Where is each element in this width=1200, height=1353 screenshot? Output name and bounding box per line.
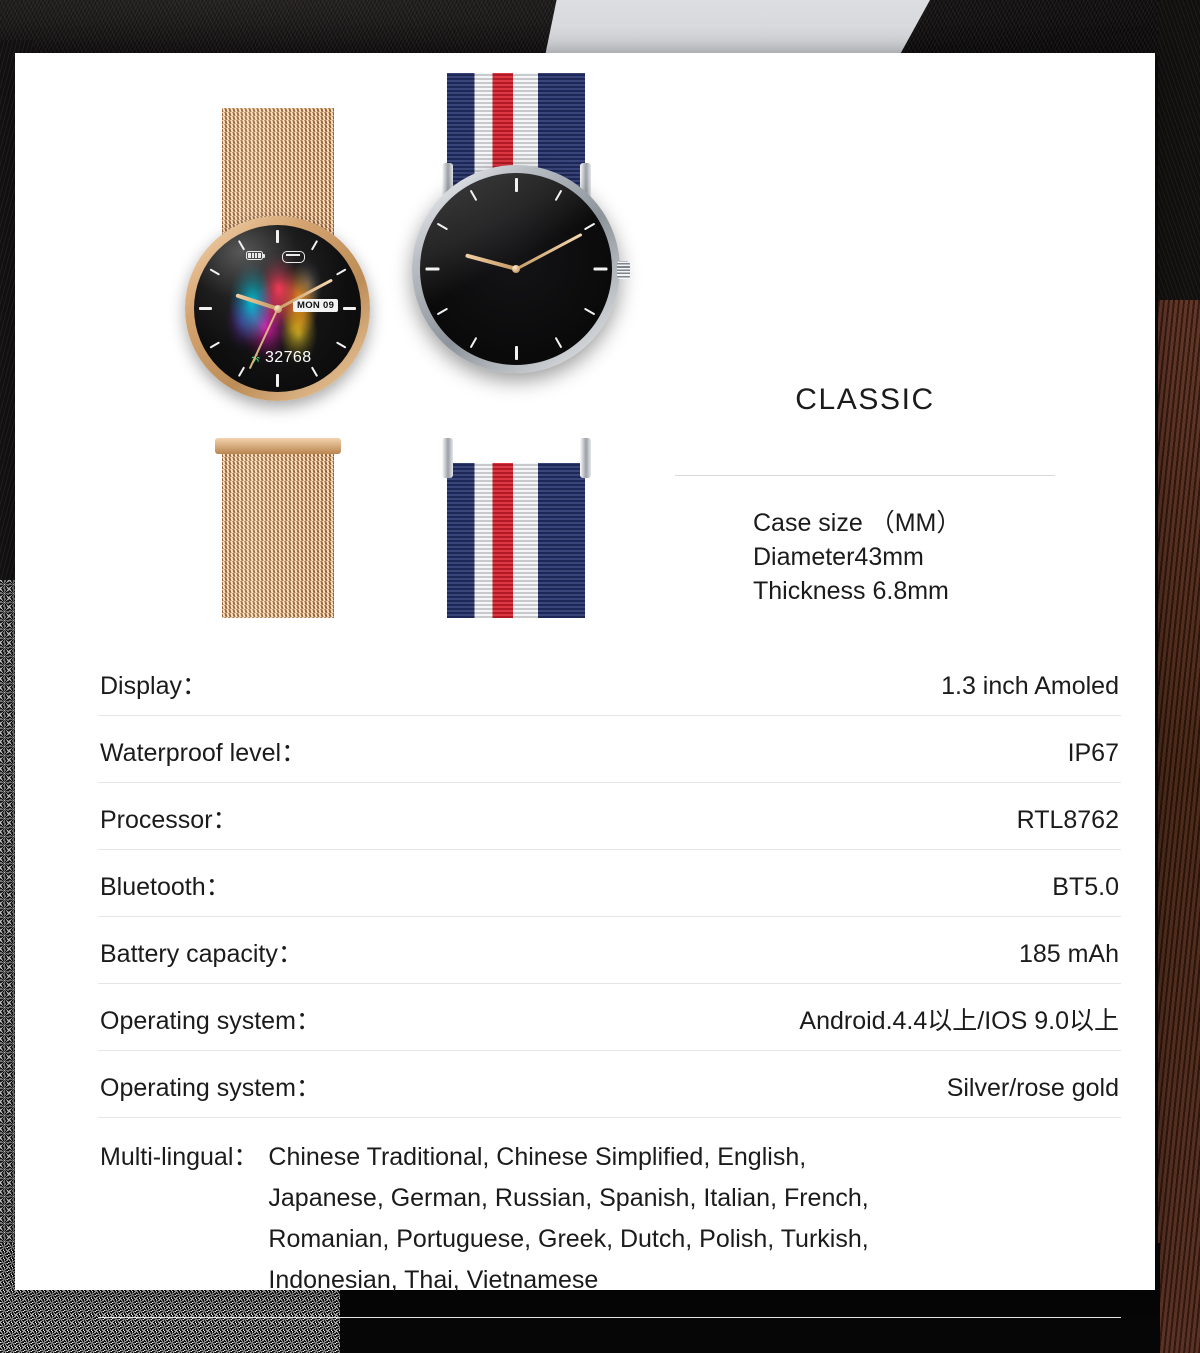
bluetooth-link-icon (282, 251, 305, 263)
watch-crown (617, 261, 630, 279)
table-row: Battery capacity： 185 mAh (98, 917, 1121, 983)
spec-value: Android.4.4以上/IOS 9.0以上 (799, 1007, 1119, 1035)
spec-value: BT5.0 (1052, 873, 1119, 901)
backdrop-right-dark-fabric (1158, 0, 1200, 320)
table-row: Waterproof level： IP67 (98, 716, 1121, 782)
backdrop-right-wood (1158, 300, 1200, 1353)
multilingual-label: Multi-lingual： (100, 1143, 259, 1171)
hands-pinion-right (512, 265, 520, 273)
strap-lug-bottom (215, 438, 341, 454)
hour-marker (436, 222, 449, 231)
mesh-strap-bottom (222, 453, 334, 618)
hero-section: MON 09 32768 CLASSIC Case size （MM） Diam… (15, 53, 1155, 618)
strap-ring-right-bottom (580, 438, 591, 478)
hour-hand-right (465, 253, 517, 271)
hour-marker (514, 346, 518, 360)
hour-marker (583, 222, 596, 231)
table-row: Processor： RTL8762 (98, 783, 1121, 849)
table-row: Operating system： Android.4.4以上/IOS 9.0以… (98, 984, 1121, 1050)
hands-pinion-left (273, 304, 282, 313)
watch-dial-left: MON 09 32768 (194, 225, 361, 392)
watch-case-rose-gold: MON 09 32768 (185, 216, 370, 401)
case-size-block: Case size （MM） Diameter43mm Thickness 6.… (753, 506, 1075, 608)
hour-marker (276, 374, 279, 387)
product-spec-card: MON 09 32768 CLASSIC Case size （MM） Diam… (15, 53, 1155, 1318)
title-column: CLASSIC Case size （MM） Diameter43mm Thic… (655, 53, 1075, 608)
multilingual-line-2: Romanian, Portuguese, Greek, Dutch, Poli… (268, 1225, 869, 1253)
multilingual-row: Multi-lingual： Chinese Traditional, Chin… (98, 1118, 1121, 1317)
table-row: Bluetooth： BT5.0 (98, 850, 1121, 916)
table-row: Display： 1.3 inch Amoled (98, 649, 1121, 715)
hour-marker (469, 336, 478, 349)
spec-value: 185 mAh (1018, 940, 1119, 968)
case-size-line-0: Case size （MM） (753, 509, 962, 537)
spec-value: IP67 (1067, 739, 1119, 767)
spec-label: Battery capacity： (100, 940, 303, 968)
strap-ring-left-bottom (442, 438, 453, 478)
multilingual-value: Chinese Traditional, Chinese Simplified,… (268, 1137, 868, 1301)
step-counter: 32768 (250, 349, 312, 367)
spec-value: RTL8762 (1016, 806, 1119, 834)
spec-label: Bluetooth： (100, 873, 231, 901)
watch-case-silver (412, 165, 630, 373)
spec-table: Display： 1.3 inch Amoled Waterproof leve… (98, 649, 1121, 1318)
watch-rose-gold: MON 09 32768 (185, 108, 370, 618)
hour-marker (554, 189, 563, 202)
day-indicator: MON 09 (293, 299, 339, 312)
hour-marker (199, 307, 212, 310)
watch-dial-right (420, 173, 612, 365)
hour-marker (469, 189, 478, 202)
multilingual-line-0: Chinese Traditional, Chinese Simplified,… (268, 1143, 807, 1171)
spec-label: Operating system： (100, 1074, 321, 1102)
hour-marker (554, 336, 563, 349)
watch-silver-nato (390, 73, 640, 618)
case-size-line-1: Diameter43mm (753, 543, 924, 571)
spec-value: Silver/rose gold (946, 1074, 1119, 1102)
spec-label: Processor： (100, 806, 238, 834)
battery-icon (246, 251, 265, 260)
backdrop-light-band (545, 0, 930, 56)
nato-strap-bottom (447, 463, 585, 618)
hour-marker (436, 307, 449, 316)
hour-marker (276, 230, 279, 243)
spec-label: Operating system： (100, 1007, 321, 1035)
multilingual-line-3: Indonesian, Thai, Vietnamese (268, 1266, 599, 1294)
hour-marker (425, 267, 439, 271)
row-divider (98, 1317, 1121, 1318)
minute-hand-right (515, 232, 583, 271)
hour-marker (583, 307, 596, 316)
spec-value: 1.3 inch Amoled (941, 672, 1119, 700)
spec-label: Display： (100, 672, 207, 700)
page-title: CLASSIC (795, 383, 935, 416)
multilingual-line-1: Japanese, German, Russian, Spanish, Ital… (268, 1184, 869, 1212)
spec-label: Waterproof level： (100, 739, 307, 767)
table-row: Operating system： Silver/rose gold (98, 1051, 1121, 1117)
case-size-line-2: Thickness 6.8mm (753, 577, 949, 605)
hour-marker (593, 267, 607, 271)
step-count-value: 32768 (265, 349, 312, 366)
hour-marker (343, 307, 356, 310)
hour-marker (514, 178, 518, 192)
title-divider (675, 475, 1055, 476)
